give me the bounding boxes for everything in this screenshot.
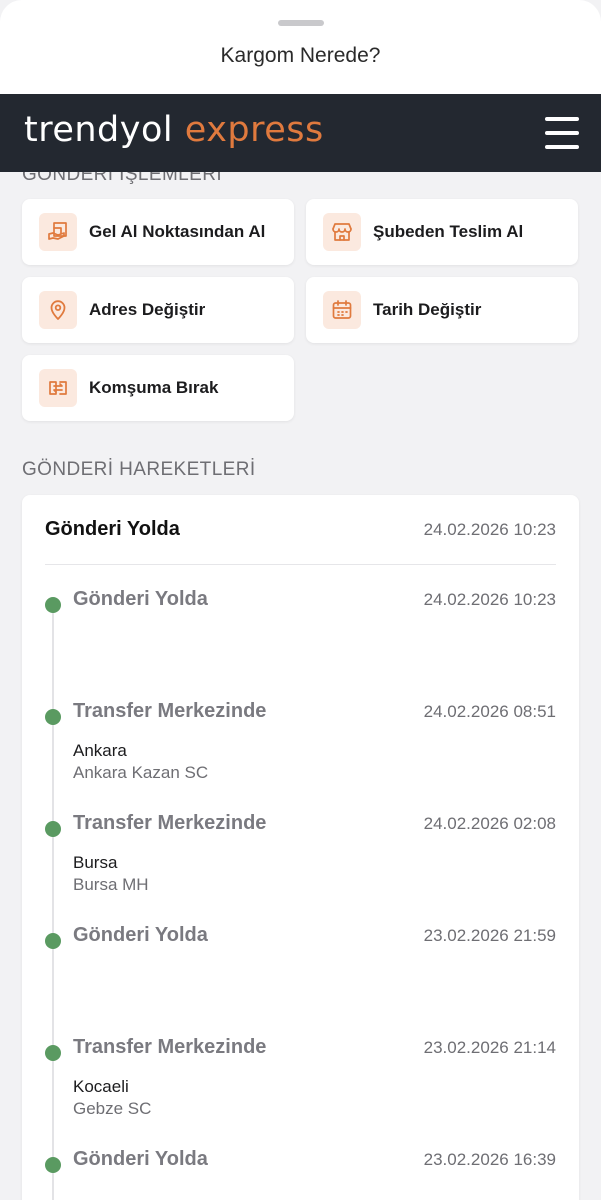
change-date-label: Tarih Değiştir xyxy=(373,300,482,319)
divider xyxy=(45,564,556,565)
hamburger-menu-icon[interactable] xyxy=(543,114,581,152)
event-title: Gönderi Yolda xyxy=(73,924,208,946)
event-location: Bursa MH xyxy=(73,875,149,894)
timeline-event: Transfer Merkezinde 23.02.2026 21:14 Koc… xyxy=(22,1036,579,1136)
pickup-point-label: Gel Al Noktasından Al xyxy=(89,222,266,241)
event-title: Transfer Merkezinde xyxy=(73,1036,267,1058)
event-location: Gebze SC xyxy=(73,1099,152,1118)
operations-section-title: GÖNDERİ İŞLEMLERİ xyxy=(22,172,223,185)
status-dot xyxy=(45,597,61,613)
change-address-label: Adres Değiştir xyxy=(89,300,206,319)
timeline-event: Gönderi Yolda 24.02.2026 10:23 xyxy=(22,588,579,688)
current-status-title: Gönderi Yolda xyxy=(45,518,180,540)
app-header: trendyol express xyxy=(0,94,601,172)
status-dot xyxy=(45,821,61,837)
timeline-event: Gönderi Yolda 23.02.2026 21:59 xyxy=(22,924,579,1024)
sheet-header: Kargom Nerede? xyxy=(0,0,601,94)
status-dot xyxy=(45,1157,61,1173)
calendar-icon xyxy=(323,291,361,329)
event-date: 24.02.2026 02:08 xyxy=(423,814,556,833)
trendyol-express-logo[interactable]: trendyol express xyxy=(24,110,324,150)
leave-with-neighbor-label: Komşuma Bırak xyxy=(89,378,219,397)
change-date-button[interactable]: Tarih Değiştir xyxy=(306,277,578,343)
event-title: Transfer Merkezinde xyxy=(73,812,267,834)
event-date: 24.02.2026 08:51 xyxy=(423,702,556,721)
event-location: Ankara Kazan SC xyxy=(73,763,209,782)
timeline-event: Transfer Merkezinde 24.02.2026 08:51 Ank… xyxy=(22,700,579,800)
event-date: 23.02.2026 21:14 xyxy=(423,1038,556,1057)
event-date: 23.02.2026 16:39 xyxy=(423,1150,556,1169)
sheet-grabber[interactable] xyxy=(278,20,324,26)
page-content: GÖNDERİ İŞLEMLERİ Gel Al Noktasından Al … xyxy=(0,172,601,1200)
timeline-event: Gönderi Yolda 23.02.2026 16:39 xyxy=(22,1148,579,1200)
pickup-point-button[interactable]: Gel Al Noktasından Al xyxy=(22,199,294,265)
status-dot xyxy=(45,933,61,949)
logo-part-express: express xyxy=(184,110,324,150)
event-date: 23.02.2026 21:59 xyxy=(423,926,556,945)
shipment-movements-card: Gönderi Yolda 24.02.2026 10:23 Gönderi Y… xyxy=(22,495,579,1200)
event-title: Gönderi Yolda xyxy=(73,588,208,610)
status-dot xyxy=(45,1045,61,1061)
change-address-button[interactable]: Adres Değiştir xyxy=(22,277,294,343)
event-city: Ankara xyxy=(73,741,127,760)
branch-pickup-label: Şubeden Teslim Al xyxy=(373,222,524,241)
event-city: Kocaeli xyxy=(73,1077,129,1096)
store-icon xyxy=(323,213,361,251)
leave-with-neighbor-button[interactable]: Komşuma Bırak xyxy=(22,355,294,421)
event-city: Bursa xyxy=(73,853,118,872)
branch-pickup-button[interactable]: Şubeden Teslim Al xyxy=(306,199,578,265)
pickup-point-icon xyxy=(39,213,77,251)
logo-part-trendyol: trendyol xyxy=(24,110,174,150)
status-dot xyxy=(45,709,61,725)
event-date: 24.02.2026 10:23 xyxy=(423,590,556,609)
movements-section-title: GÖNDERİ HAREKETLERİ xyxy=(22,459,256,480)
event-title: Gönderi Yolda xyxy=(73,1148,208,1170)
current-status-date: 24.02.2026 10:23 xyxy=(423,520,556,539)
event-title: Transfer Merkezinde xyxy=(73,700,267,722)
timeline-event: Transfer Merkezinde 24.02.2026 02:08 Bur… xyxy=(22,812,579,912)
sheet-title: Kargom Nerede? xyxy=(220,44,381,67)
location-pin-icon xyxy=(39,291,77,329)
neighbor-transfer-icon xyxy=(39,369,77,407)
